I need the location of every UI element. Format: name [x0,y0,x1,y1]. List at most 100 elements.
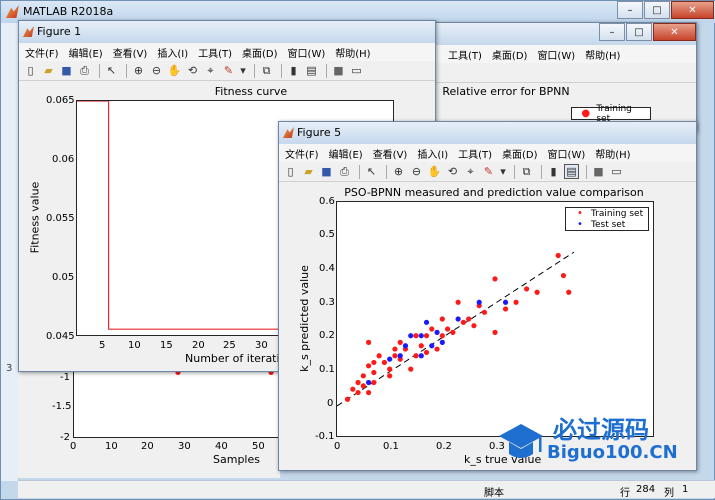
bg-xtick: 0 [70,441,77,452]
zoom-in-icon[interactable]: ⊕ [131,63,146,78]
fig5-menu-view[interactable]: 查看(V) [373,146,408,161]
bg-axes [73,366,283,438]
save-icon[interactable]: ■ [319,164,334,179]
show-tools-icon[interactable]: ▭ [609,164,624,179]
hide-tools-icon[interactable]: ■ [331,63,346,78]
training-set-point [387,366,393,372]
rotate-icon[interactable]: ⟲ [445,164,460,179]
zoom-out-icon[interactable]: ⊖ [149,63,164,78]
brush-dropdown-icon[interactable]: ▾ [239,63,247,78]
bg-plot-svg [175,369,274,375]
test-set-point [476,299,482,305]
data-cursor-icon[interactable]: ⌖ [463,164,478,179]
zoom-in-icon[interactable]: ⊕ [391,164,406,179]
test-set-point [455,316,461,322]
pointer-icon[interactable]: ↖ [104,63,119,78]
bg-menu-desktop[interactable]: 桌面(D) [492,47,528,62]
zoom-out-icon[interactable]: ⊖ [409,164,424,179]
new-file-icon[interactable]: ▯ [23,63,38,78]
colorbar-icon[interactable]: ▮ [286,63,301,78]
training-set-point [381,359,387,366]
fig5-menu-tools[interactable]: 工具(T) [458,146,492,161]
legend-icon[interactable]: ▤ [564,164,579,179]
fig1-menu-window[interactable]: 窗口(W) [288,45,326,60]
training-set-point [366,389,372,396]
training-set-point [413,353,419,359]
bg-menu-window[interactable]: 窗口(W) [537,47,575,62]
bg-figure-maximize-button[interactable]: □ [626,23,652,41]
close-button[interactable]: ✕ [671,1,714,19]
brush-icon[interactable]: ✎ [481,164,496,179]
hide-tools-icon[interactable]: ■ [591,164,606,179]
toolbar-separator [254,63,255,78]
status-bar: 脚本 行 284 列 1 [18,480,715,499]
legend-icon[interactable]: ▤ [304,63,319,78]
colorbar-icon[interactable]: ▮ [546,164,561,179]
fig1-menu-insert[interactable]: 插入(I) [157,45,188,60]
fig5-menu-file[interactable]: 文件(F) [285,146,319,161]
bg-xlabel: Samples [213,453,260,466]
print-icon[interactable]: ⎙ [337,164,352,179]
bg-figure-close-button[interactable]: ✕ [653,23,696,41]
fig1-menu-tools[interactable]: 工具(T) [198,45,232,60]
fig1-menu-file[interactable]: 文件(F) [25,45,59,60]
fig1-xtick: 10 [128,340,141,351]
open-file-icon[interactable]: ▰ [301,164,316,179]
bg-xtick: 10 [105,441,118,452]
figure1-logo-icon [23,26,34,37]
bg-figure-minimize-button[interactable]: – [599,23,625,41]
fig5-menu-insert[interactable]: 插入(I) [417,146,448,161]
fig5-menu-edit[interactable]: 编辑(E) [329,146,363,161]
training-set-point [376,353,382,359]
fig1-ylabel: Fitness value [28,181,42,254]
pointer-icon[interactable]: ↖ [364,164,379,179]
fig1-menu-view[interactable]: 查看(V) [113,45,148,60]
graduation-cap-icon [499,424,543,458]
link-icon[interactable]: ⧉ [519,164,534,179]
fig5-ytick: 0.4 [319,263,335,274]
fig1-menu-desktop[interactable]: 桌面(D) [242,45,278,60]
training-set-point [524,286,530,292]
training-set-point [366,363,372,369]
minimize-button[interactable]: – [617,1,643,19]
print-icon[interactable]: ⎙ [77,63,92,78]
bg-plot-title: Relative error for BPNN [442,85,570,98]
bg-ytick: -1 [60,372,70,383]
pan-icon[interactable]: ✋ [427,164,442,179]
brush-dropdown-icon[interactable]: ▾ [499,164,507,179]
fig5-menu-desktop[interactable]: 桌面(D) [502,146,538,161]
training-set-point [371,359,377,366]
bg-figure-window[interactable]: – □ ✕ 工具(T) 桌面(D) 窗口(W) 帮助(H) Relative e… [425,22,697,132]
bg-menu-help[interactable]: 帮助(H) [585,47,620,62]
fig1-menu-help[interactable]: 帮助(H) [335,45,370,60]
link-icon[interactable]: ⧉ [259,63,274,78]
new-file-icon[interactable]: ▯ [283,164,298,179]
fig5-ytick: 0.5 [319,229,335,240]
fig1-menu-edit[interactable]: 编辑(E) [69,45,103,60]
brush-icon[interactable]: ✎ [221,63,236,78]
bg-ytick: -1.5 [52,401,72,412]
open-file-icon[interactable]: ▰ [41,63,56,78]
fig5-menu-help[interactable]: 帮助(H) [595,146,630,161]
training-set-point [439,333,445,339]
matlab-logo-icon [6,5,19,18]
show-tools-icon[interactable]: ▭ [349,63,364,78]
fig5-plot-title: PSO-BPNN measured and prediction value c… [344,186,644,199]
rotate-icon[interactable]: ⟲ [185,63,200,78]
bg-xtick: 40 [215,441,228,452]
training-set-point [423,333,430,339]
data-cursor-icon[interactable]: ⌖ [203,63,218,78]
fig5-menu-window[interactable]: 窗口(W) [548,146,586,161]
training-set-point [392,353,398,359]
bg-menu-tools[interactable]: 工具(T) [448,47,482,62]
watermark-logo: 必过源码 Biguo100.CN [495,410,705,470]
save-icon[interactable]: ■ [59,63,74,78]
toolbar-separator [126,63,127,78]
maximize-button[interactable]: □ [644,1,670,19]
fig5-xtick: 0.2 [436,441,452,452]
test-set-point [408,333,414,339]
toolbar-separator [586,164,587,179]
pan-icon[interactable]: ✋ [167,63,182,78]
left-panel-glyph: 3 [6,363,13,374]
test-set-point [439,339,445,345]
